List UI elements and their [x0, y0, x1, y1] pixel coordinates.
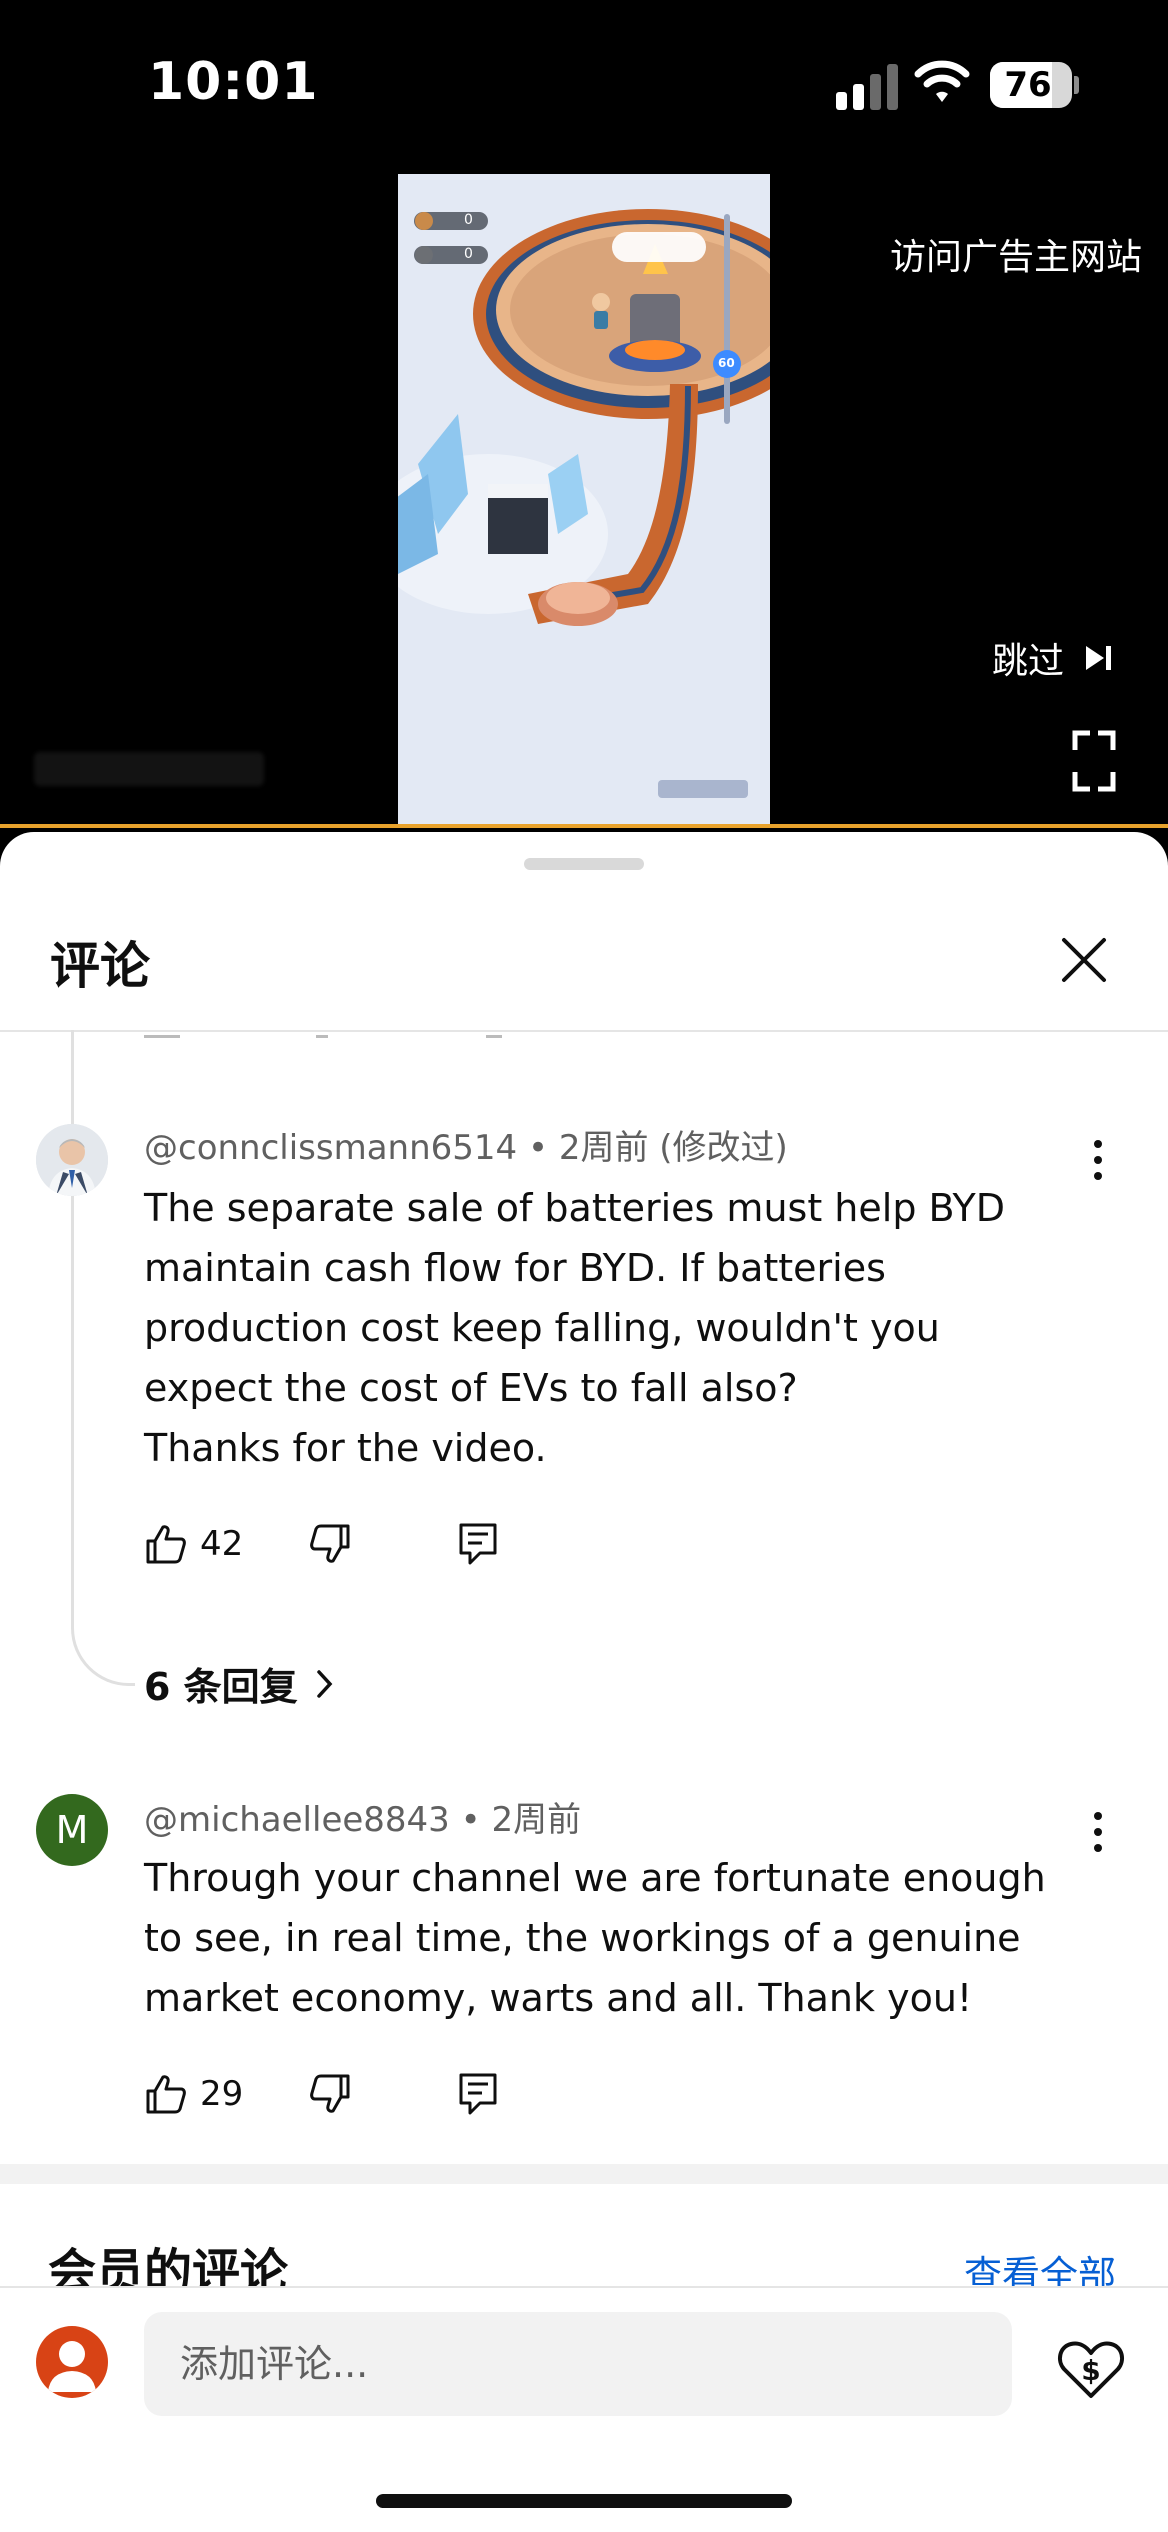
- battery-icon: 76: [990, 62, 1072, 108]
- status-bar: 10:01 76: [0, 0, 1168, 170]
- close-icon[interactable]: [1056, 932, 1112, 988]
- my-avatar[interactable]: [36, 2326, 108, 2398]
- thumb-up-icon: [146, 1525, 186, 1564]
- ad-video-frame[interactable]: 0 0 60: [398, 174, 770, 826]
- skip-next-icon: [1086, 646, 1111, 670]
- battery-tip: [1074, 76, 1079, 94]
- fullscreen-icon[interactable]: [1072, 730, 1116, 792]
- signal-icon: [836, 64, 898, 110]
- comment-line: production cost keep falling, wouldn't y…: [144, 1306, 940, 1350]
- comment-text: The separate sale of batteries must help…: [144, 1178, 1064, 1478]
- comment-actions: 29: [144, 2064, 564, 2124]
- more-vert-icon[interactable]: [1078, 1804, 1118, 1864]
- drag-handle[interactable]: [524, 858, 644, 870]
- home-indicator[interactable]: [376, 2494, 792, 2508]
- comment-author[interactable]: @connclissmann6514: [144, 1128, 517, 1168]
- wifi-icon: [914, 60, 970, 102]
- comment-meta: @connclissmann6514 • 2周前 (修改过): [144, 1120, 788, 1169]
- video-player[interactable]: 0 0 60 访问广告主网站 跳过: [0, 170, 1168, 826]
- comment-line: maintain cash flow for BYD. If batteries: [144, 1246, 886, 1290]
- ad-game-illustration: [398, 174, 770, 826]
- user-icon: [48, 2341, 96, 2392]
- ad-progress-bar: [0, 824, 1168, 828]
- like-count: 42: [200, 1524, 244, 1564]
- ad-temperature-badge: 60: [718, 356, 735, 370]
- comment-author[interactable]: @michaellee8843: [144, 1800, 450, 1840]
- ad-hud-count-2: 0: [464, 246, 473, 262]
- view-replies-button[interactable]: 6 条回复: [144, 1656, 336, 1711]
- ad-hud-count-1: 0: [464, 212, 473, 228]
- super-thanks-icon[interactable]: $: [1056, 2334, 1126, 2404]
- like-button[interactable]: 29: [144, 2064, 243, 2124]
- reply-icon: [459, 1523, 497, 1565]
- comment-time: • 2周前 (修改过): [517, 1128, 788, 1168]
- comment-line: Through your channel we are fortunate en…: [144, 1856, 1046, 1900]
- channel-watermark: [34, 752, 264, 786]
- like-count: 29: [200, 2074, 244, 2114]
- dislike-button[interactable]: [308, 2064, 352, 2124]
- thumb-up-icon: [146, 2075, 186, 2114]
- reply-button[interactable]: [458, 1514, 498, 1574]
- comment-line: to see, in real time, the workings of a …: [144, 1916, 1021, 1960]
- svg-text:$: $: [1081, 2354, 1100, 2387]
- dislike-button[interactable]: [308, 1514, 352, 1574]
- visit-advertiser-link[interactable]: 访问广告主网站: [890, 228, 1142, 280]
- skip-ad-button[interactable]: 跳过: [992, 632, 1114, 684]
- skip-ad-label: 跳过: [991, 641, 1064, 682]
- comment-time: • 2周前: [449, 1800, 582, 1840]
- replies-label: 6 条回复: [144, 1665, 298, 1709]
- comment-actions: 42: [144, 1514, 564, 1574]
- comment-meta: @michaellee8843 • 2周前: [144, 1792, 581, 1841]
- reply-icon: [459, 2073, 497, 2115]
- thumb-down-icon: [310, 1524, 350, 1563]
- comment-line: The separate sale of batteries must help…: [144, 1186, 1005, 1230]
- comment-line: expect the cost of EVs to fall also?: [144, 1366, 798, 1410]
- more-vert-icon[interactable]: [1078, 1132, 1118, 1192]
- comment-text: Through your channel we are fortunate en…: [144, 1848, 1064, 2028]
- add-comment-input[interactable]: [144, 2312, 1012, 2416]
- avatar[interactable]: [36, 1124, 108, 1196]
- comment-line: market economy, warts and all. Thank you…: [144, 1976, 973, 2020]
- thumb-down-icon: [310, 2074, 350, 2113]
- status-time: 10:01: [148, 52, 319, 112]
- battery-percent: 76: [1004, 65, 1052, 105]
- comment-composer: $: [0, 2286, 1168, 2532]
- avatar[interactable]: M: [36, 1794, 108, 1866]
- comment-line: Thanks for the video.: [144, 1426, 547, 1470]
- avatar-photo: [36, 1124, 108, 1196]
- reply-button[interactable]: [458, 2064, 498, 2124]
- like-button[interactable]: 42: [144, 1514, 243, 1574]
- scrolled-content-peek: [0, 1032, 1168, 1044]
- section-divider: [0, 2164, 1168, 2184]
- comments-title: 评论: [50, 937, 150, 995]
- chevron-right-icon: [316, 1669, 333, 1698]
